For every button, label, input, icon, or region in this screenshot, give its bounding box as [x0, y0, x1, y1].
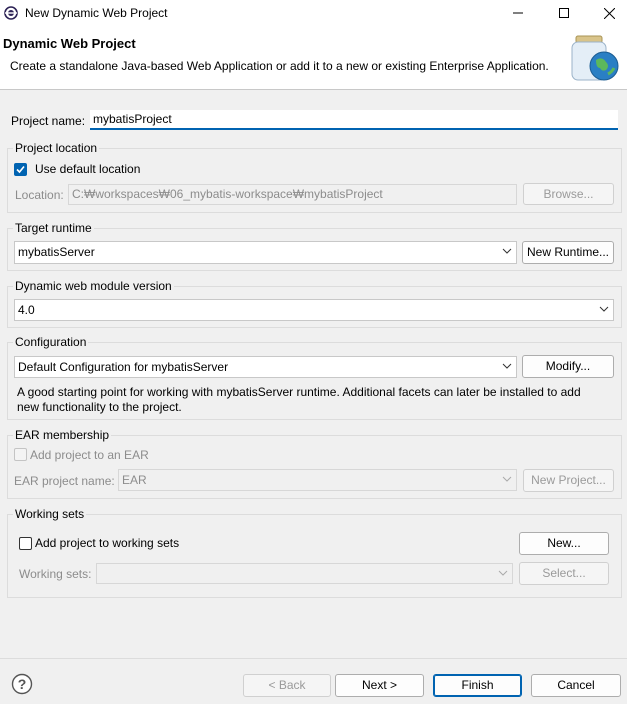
- chevron-down-icon: [502, 363, 512, 369]
- configuration-title: Configuration: [13, 335, 89, 349]
- new-project-button: New Project...: [523, 469, 614, 492]
- chevron-down-icon: [599, 306, 609, 312]
- working-sets-title: Working sets: [13, 507, 87, 521]
- back-button: < Back: [243, 674, 331, 697]
- svg-text:?: ?: [18, 676, 27, 692]
- banner-description: Create a standalone Java-based Web Appli…: [10, 59, 549, 73]
- jar-globe-icon: [571, 35, 619, 81]
- ear-project-name-label: EAR project name:: [14, 474, 115, 488]
- next-button[interactable]: Next >: [335, 674, 424, 697]
- project-name-input[interactable]: mybatisProject: [90, 110, 618, 130]
- working-sets-label: Working sets:: [19, 567, 92, 581]
- target-runtime-select[interactable]: mybatisServer: [14, 241, 517, 264]
- module-version-title: Dynamic web module version: [13, 279, 174, 293]
- working-sets-group: [7, 514, 622, 598]
- project-location-title: Project location: [13, 141, 100, 155]
- new-runtime-button[interactable]: New Runtime...: [522, 241, 614, 264]
- ear-project-value: EAR: [122, 473, 147, 487]
- use-default-location-label: Use default location: [35, 162, 141, 176]
- location-input: C:₩workspaces₩06_mybatis-workspace₩mybat…: [68, 184, 517, 205]
- window-title: New Dynamic Web Project: [25, 6, 168, 20]
- use-default-location-checkbox[interactable]: [14, 163, 27, 176]
- configuration-description-line1: A good starting point for working with m…: [17, 385, 581, 399]
- add-to-working-sets-label: Add project to working sets: [35, 536, 180, 550]
- chevron-down-icon: [502, 248, 512, 254]
- chevron-down-icon: [502, 476, 512, 482]
- configuration-value: Default Configuration for mybatisServer: [18, 360, 229, 374]
- select-working-sets-button: Select...: [519, 562, 609, 585]
- window-titlebar: New Dynamic Web Project: [0, 0, 627, 26]
- wizard-banner: Dynamic Web Project Create a standalone …: [0, 26, 627, 90]
- modify-button[interactable]: Modify...: [522, 355, 614, 378]
- configuration-select[interactable]: Default Configuration for mybatisServer: [14, 356, 517, 378]
- add-to-working-sets-checkbox[interactable]: [19, 537, 32, 550]
- ear-membership-title: EAR membership: [13, 428, 112, 442]
- add-to-ear-label: Add project to an EAR: [30, 448, 149, 462]
- cancel-button[interactable]: Cancel: [531, 674, 621, 697]
- ear-project-select: EAR: [118, 469, 517, 491]
- location-label: Location:: [15, 188, 64, 202]
- working-sets-select: [96, 563, 513, 584]
- banner-title: Dynamic Web Project: [3, 36, 136, 51]
- add-to-ear-checkbox: [14, 448, 27, 461]
- browse-button: Browse...: [523, 183, 614, 205]
- module-version-select[interactable]: 4.0: [14, 299, 614, 321]
- footer-separator: [0, 658, 627, 659]
- target-runtime-value: mybatisServer: [18, 245, 95, 259]
- close-icon[interactable]: [586, 0, 627, 26]
- help-icon[interactable]: ?: [11, 673, 33, 695]
- minimize-icon[interactable]: [495, 0, 541, 26]
- target-runtime-title: Target runtime: [13, 221, 94, 235]
- configuration-description-line2: new functionality to the project.: [17, 400, 182, 414]
- chevron-down-icon: [498, 570, 508, 576]
- eclipse-icon: [4, 6, 18, 20]
- checkmark-icon: [16, 165, 25, 174]
- module-version-value: 4.0: [18, 303, 35, 317]
- maximize-icon[interactable]: [541, 0, 587, 26]
- new-working-set-button[interactable]: New...: [519, 532, 609, 555]
- finish-button[interactable]: Finish: [433, 674, 522, 697]
- project-name-label: Project name:: [11, 114, 86, 128]
